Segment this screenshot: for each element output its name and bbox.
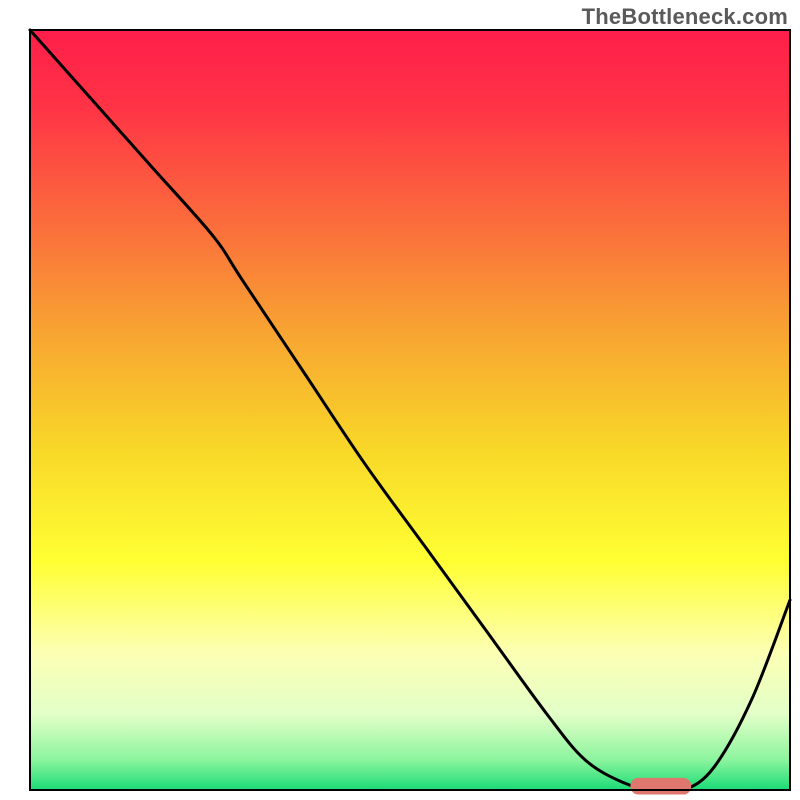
watermark-text: TheBottleneck.com [582,4,788,30]
chart-svg [0,0,800,800]
plot-background [30,30,790,790]
optimal-range-marker [630,778,691,795]
bottleneck-chart: TheBottleneck.com [0,0,800,800]
